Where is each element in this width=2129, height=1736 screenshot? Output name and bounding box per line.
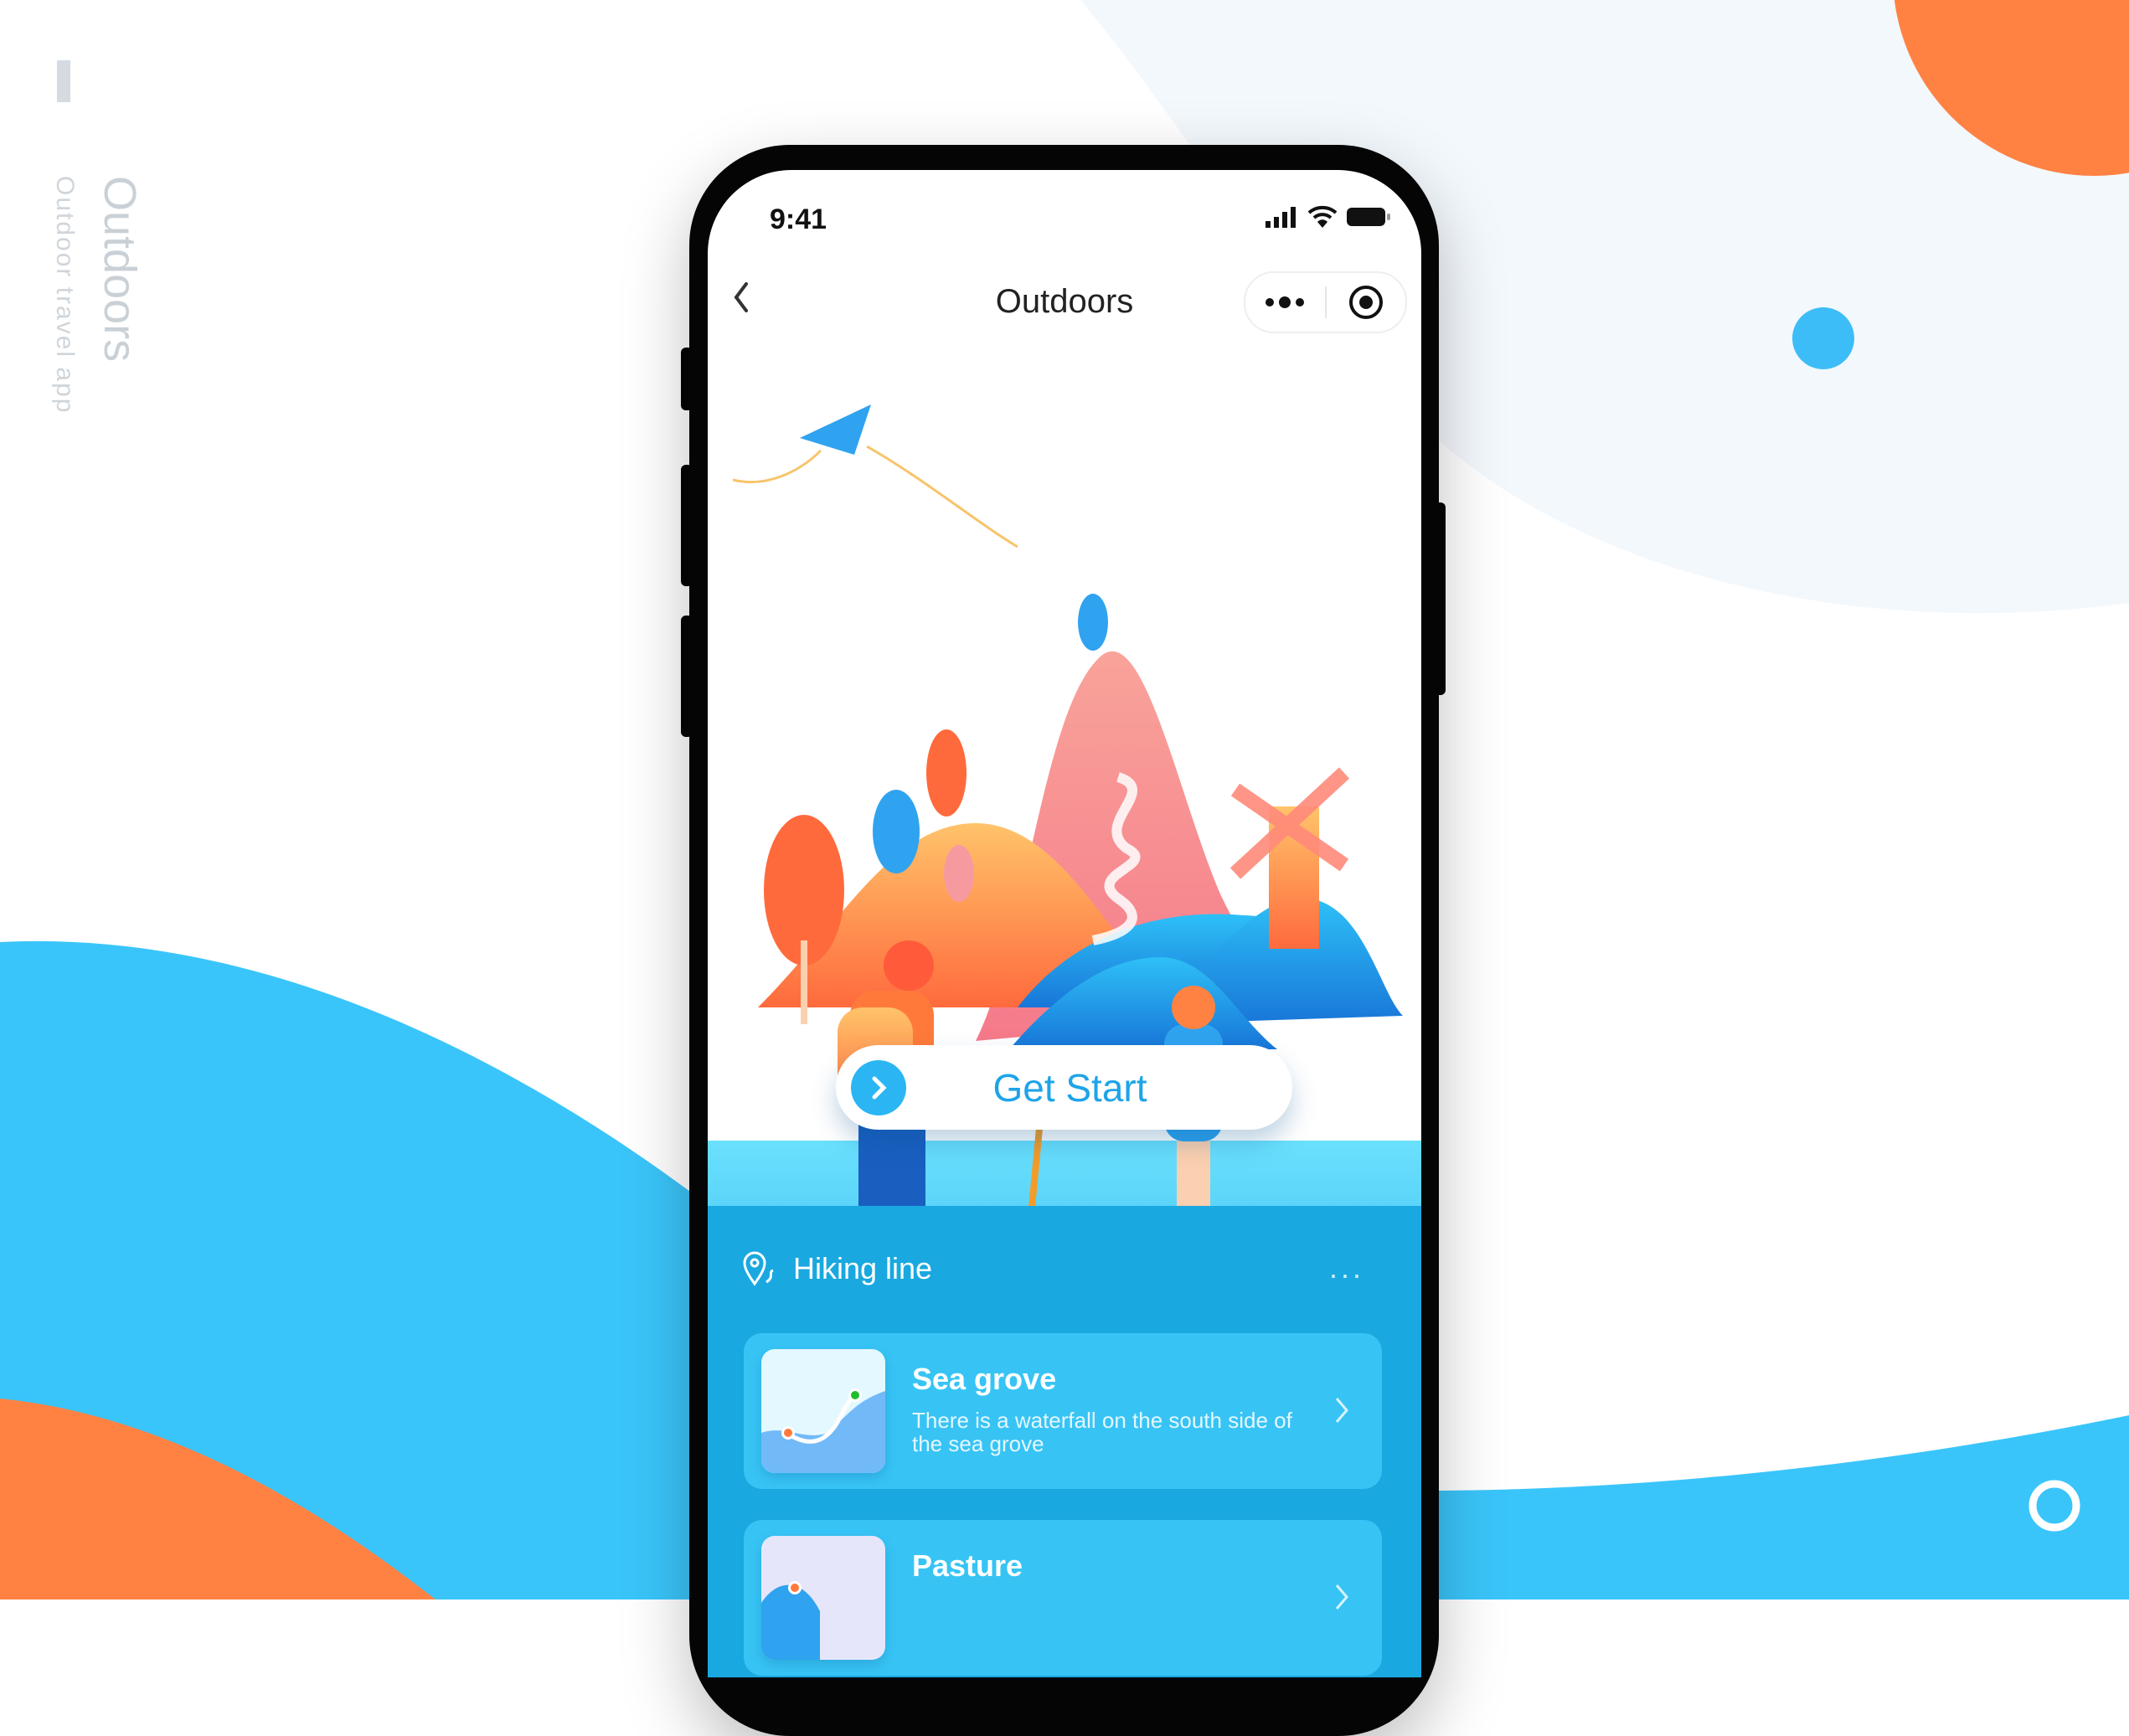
route-thumbnail: [761, 1349, 885, 1473]
wifi-icon: [1307, 205, 1338, 228]
chevron-right-icon: [1335, 1584, 1348, 1610]
route-title: Sea grove: [912, 1362, 1057, 1396]
chevron-right-icon: [1335, 1398, 1348, 1423]
route-thumbnail: [761, 1536, 885, 1660]
more-button[interactable]: [1245, 273, 1325, 332]
route-card[interactable]: Sea grove There is a waterfall on the so…: [744, 1333, 1382, 1489]
close-button[interactable]: [1327, 273, 1406, 332]
route-title: Pasture: [912, 1548, 1023, 1583]
status-time: 9:41: [770, 203, 827, 235]
route-description: There is a waterfall on the south side o…: [912, 1408, 1292, 1456]
location-route-icon: [743, 1251, 774, 1286]
phone-screen: 9:41 Outdoors Get Start Hiking line ... …: [708, 170, 1421, 1677]
status-icons: [1266, 205, 1391, 229]
chevron-right-icon: [872, 1076, 887, 1099]
more-dots-icon: [1266, 296, 1305, 308]
side-accent-bar: [57, 60, 70, 102]
side-title: Outdoors: [95, 176, 145, 363]
side-subtitle: Outdoor travel app: [51, 176, 79, 415]
battery-icon: [1347, 208, 1390, 226]
target-circle-icon: [1348, 286, 1383, 319]
signal-icon: [1266, 207, 1296, 228]
get-start-label: Get Start: [992, 1065, 1147, 1110]
get-start-button[interactable]: Get Start: [836, 1045, 1292, 1130]
hiking-title: Hiking line: [793, 1251, 933, 1285]
route-card[interactable]: Pasture: [744, 1520, 1382, 1676]
cta-icon-circle: [851, 1059, 906, 1115]
blue-dot: [1792, 307, 1854, 369]
hiking-more-button[interactable]: ...: [1329, 1250, 1364, 1285]
hiking-header: Hiking line: [741, 1250, 932, 1287]
mini-program-capsule: [1244, 271, 1407, 333]
